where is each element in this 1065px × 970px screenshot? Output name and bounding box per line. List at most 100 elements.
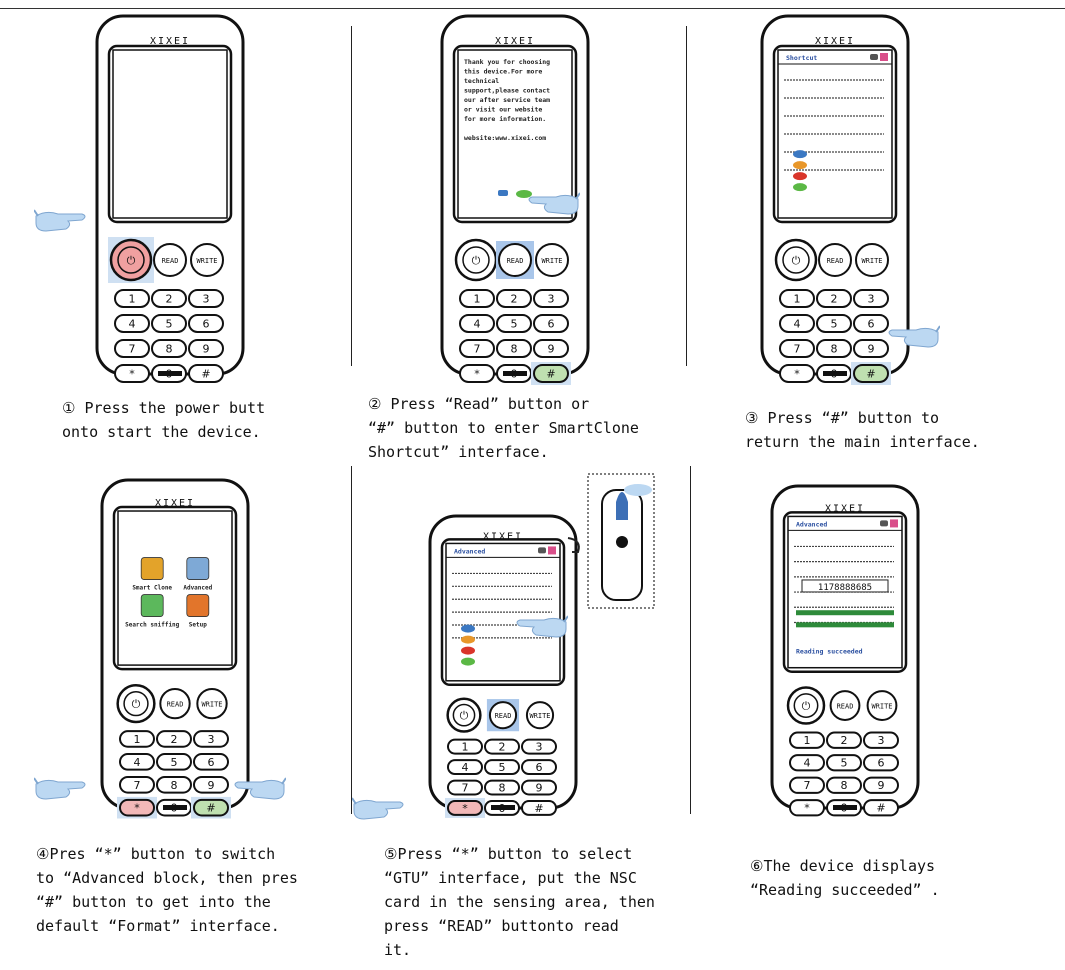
screen-title: Shortcut bbox=[786, 54, 817, 62]
step-caption: ④Pres “*” button to switch to “Advanced … bbox=[36, 845, 298, 935]
screen-text-line: support,please contact bbox=[464, 87, 550, 95]
device-illustration: XIXEI⏻READWRITE123456789*0# bbox=[95, 14, 245, 383]
screen-title: Advanced bbox=[796, 520, 827, 528]
screen-text-line: website:www.xixei.com bbox=[464, 134, 546, 142]
step-caption: ③ Press “#” button to return the main in… bbox=[745, 409, 980, 451]
shortcut-icon bbox=[461, 624, 475, 633]
pointing-hand-icon bbox=[234, 777, 286, 800]
menu-app-label: Search sniffing bbox=[125, 622, 180, 629]
battery-icon bbox=[880, 520, 888, 527]
key-label: 4 bbox=[462, 761, 469, 774]
pointing-hand-icon bbox=[34, 209, 86, 232]
step-caption: ⑤Press “*” button to select “GTU” interf… bbox=[384, 845, 655, 959]
connector bbox=[503, 371, 527, 376]
key-label: 1 bbox=[134, 733, 141, 746]
key-label: 8 bbox=[831, 343, 838, 356]
key-label: 2 bbox=[841, 734, 848, 747]
key-label: 8 bbox=[171, 779, 178, 792]
connector bbox=[833, 805, 857, 810]
screen-text-line: or visit our website bbox=[464, 106, 542, 114]
key-label: 9 bbox=[208, 779, 215, 792]
key-label: 3 bbox=[536, 741, 543, 754]
menu-app-icon bbox=[186, 557, 210, 580]
key-label: 8 bbox=[166, 343, 173, 356]
key-label: * bbox=[474, 368, 480, 381]
key-label: 8 bbox=[499, 782, 506, 795]
key-label: * bbox=[794, 368, 800, 381]
menu-app-label: Setup bbox=[189, 622, 207, 629]
key-label: 2 bbox=[831, 293, 838, 306]
read-button-label: READ bbox=[507, 257, 524, 265]
key-label: 2 bbox=[166, 293, 173, 306]
power-icon: ⏻ bbox=[127, 254, 136, 267]
shortcut-icon bbox=[461, 646, 475, 655]
key-label: 6 bbox=[203, 318, 210, 331]
write-button-label: WRITE bbox=[201, 701, 222, 709]
power-icon: ⏻ bbox=[472, 254, 481, 267]
screen-text-line: this device.For more bbox=[464, 68, 542, 76]
read-key-icon bbox=[498, 190, 508, 196]
menu-app-icon bbox=[140, 594, 164, 617]
read-button-label: READ bbox=[167, 701, 184, 709]
column-divider bbox=[686, 26, 687, 366]
key-label: * bbox=[129, 368, 135, 381]
connector bbox=[158, 371, 182, 376]
key-label: 9 bbox=[536, 782, 543, 795]
device-illustration: XIXEIAdvanced1178888685Reading succeeded… bbox=[770, 484, 920, 817]
key-label: 7 bbox=[129, 343, 136, 356]
key-label: # bbox=[201, 368, 210, 381]
shortcut-icon bbox=[793, 161, 807, 170]
menu-app-icon bbox=[186, 594, 210, 617]
rotate-arrow-icon bbox=[567, 537, 580, 553]
signal-bar bbox=[796, 610, 894, 616]
key-label: 6 bbox=[536, 761, 543, 774]
read-button-label: READ bbox=[495, 712, 512, 720]
key-label: 3 bbox=[203, 293, 210, 306]
battery-icon bbox=[870, 54, 878, 60]
write-button-label: WRITE bbox=[541, 257, 562, 265]
battery-icon bbox=[538, 547, 546, 554]
shortcut-icon bbox=[793, 150, 807, 159]
key-label: 4 bbox=[474, 318, 481, 331]
shortcut-icon bbox=[461, 635, 475, 644]
key-label: 4 bbox=[134, 756, 141, 769]
key-label: 9 bbox=[203, 343, 210, 356]
key-label: 3 bbox=[208, 733, 215, 746]
signal-bar bbox=[796, 622, 894, 628]
key-label: * bbox=[134, 802, 140, 815]
step-caption: ⑥The device displays “Reading succeeded”… bbox=[750, 857, 940, 899]
screen-title: Advanced bbox=[454, 547, 485, 555]
key-label: 7 bbox=[794, 343, 801, 356]
shortcut-icon bbox=[461, 657, 475, 666]
key-label: 5 bbox=[841, 757, 848, 770]
power-icon: ⏻ bbox=[802, 700, 811, 713]
screen-text-line: technical bbox=[464, 77, 499, 85]
pointing-hand-icon bbox=[888, 325, 940, 348]
key-label: 2 bbox=[171, 733, 178, 746]
sensor-dot bbox=[616, 536, 628, 548]
write-button-label: WRITE bbox=[529, 712, 550, 720]
key-label: * bbox=[462, 802, 468, 815]
key-label: 5 bbox=[171, 756, 178, 769]
screen bbox=[112, 49, 228, 219]
column-divider bbox=[690, 466, 691, 814]
write-button-label: WRITE bbox=[196, 257, 217, 265]
key-label: 2 bbox=[499, 741, 506, 754]
key-label: 6 bbox=[548, 318, 555, 331]
key-label: 2 bbox=[511, 293, 518, 306]
power-icon: ⏻ bbox=[132, 698, 141, 711]
key-label: 9 bbox=[878, 779, 885, 792]
key-label: * bbox=[804, 802, 810, 815]
device-illustration: XIXEISmart Clone AdvancedSearch sniffing S… bbox=[100, 478, 250, 819]
step-caption: ② Press “Read” button or “#” button to e… bbox=[368, 395, 639, 461]
screen-text-line: for more information. bbox=[464, 115, 546, 123]
key-label: # bbox=[866, 368, 875, 381]
key-label: 4 bbox=[129, 318, 136, 331]
key-label: 3 bbox=[548, 293, 555, 306]
key-label: # bbox=[206, 802, 215, 815]
key-label: 8 bbox=[511, 343, 518, 356]
key-label: 7 bbox=[804, 779, 811, 792]
power-icon: ⏻ bbox=[792, 254, 801, 267]
connector bbox=[163, 805, 187, 810]
connector bbox=[823, 371, 847, 376]
